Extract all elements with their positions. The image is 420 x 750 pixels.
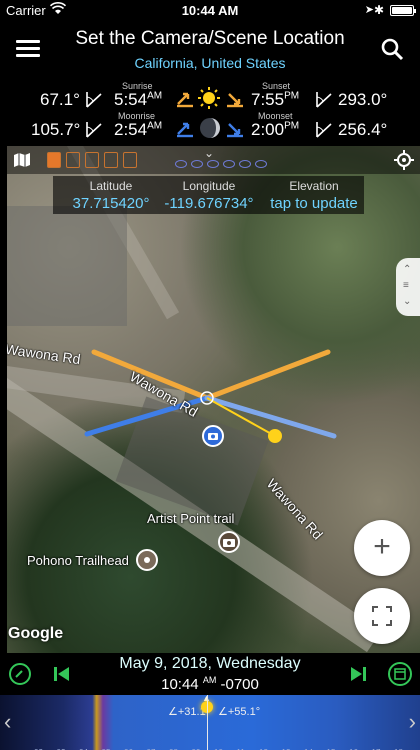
chevron-up-icon: ⌃	[403, 264, 412, 275]
chevron-left-icon[interactable]: ‹	[4, 709, 11, 735]
chevron-down-icon: ⌄	[403, 296, 412, 307]
day-timeline[interactable]: ‹ › ▲ ∠+31.1° ∠+55.1° 020304050607080910…	[0, 693, 420, 750]
time-cursor[interactable]	[207, 695, 208, 750]
moonrise-arrow-icon	[176, 120, 194, 143]
location-arrow-icon: ➤	[364, 4, 374, 16]
chevron-right-icon[interactable]: ›	[409, 709, 416, 735]
coordinates-panel[interactable]: Latitude 37.715420° Longitude -119.67673…	[53, 176, 364, 214]
layer-chips[interactable]	[47, 152, 142, 168]
latitude-value: 37.715420°	[72, 195, 150, 212]
poi-label: Artist Point trail	[147, 511, 235, 526]
bluetooth-icon: ✱	[373, 3, 384, 17]
sunset-time: 7:55PM	[251, 90, 300, 109]
moon-icon	[199, 117, 221, 144]
poi-label: Pohono Trailhead	[27, 553, 129, 568]
trailhead-marker-icon[interactable]	[136, 549, 158, 571]
azimuth-arrow-icon	[314, 119, 334, 144]
sunrise-arrow-icon	[176, 90, 194, 113]
moonset-arrow-icon	[226, 120, 244, 143]
map-icon[interactable]	[13, 152, 31, 168]
sun-position-marker	[268, 429, 282, 443]
direction-lines	[84, 349, 337, 443]
sun-row[interactable]: 67.1° Sunrise 5:54AM Sunset 7:55PM 293.0…	[0, 81, 420, 115]
longitude-label: Longitude	[182, 179, 236, 193]
sunset-azimuth: 293.0°	[338, 90, 388, 109]
elevation-label: Elevation	[289, 179, 339, 193]
camera-poi-icon[interactable]	[218, 531, 240, 553]
moon-phase-chips[interactable]	[175, 155, 271, 173]
sunrise-time: 5:54AM	[114, 90, 163, 109]
status-bar: Carrier 10:44 AM ➤ ✱	[0, 0, 420, 22]
time-panel: May 9, 2018, Wednesday 10:44 AM -0700 ‹ …	[0, 653, 420, 750]
page-title: Set the Camera/Scene Location	[75, 28, 345, 49]
layer-chip[interactable]	[47, 152, 61, 168]
layer-chip[interactable]	[66, 152, 80, 168]
sunrise-azimuth: 67.1°	[40, 90, 80, 109]
azimuth-arrow-icon	[314, 89, 334, 114]
layer-chip[interactable]	[104, 152, 118, 168]
sunset-line	[204, 349, 331, 401]
longitude-value: -119.676734°	[164, 195, 254, 212]
layer-chip[interactable]	[123, 152, 137, 168]
layer-chip[interactable]	[85, 152, 99, 168]
search-button[interactable]	[380, 37, 404, 61]
calendar-icon[interactable]	[388, 662, 412, 686]
azimuth-arrow-icon	[84, 119, 104, 144]
status-time: 10:44 AM	[181, 3, 239, 18]
sun-altitude: ∠+55.1°	[218, 706, 261, 718]
camera-marker-icon[interactable]	[202, 425, 224, 447]
sunset-arrow-icon	[226, 90, 244, 113]
moonset-azimuth: 256.4°	[338, 120, 388, 139]
moonrise-time: 2:54AM	[114, 120, 163, 139]
azimuth-arrow-icon	[84, 89, 104, 114]
fullscreen-button[interactable]	[354, 588, 410, 644]
drag-handle-icon: ≡	[403, 280, 409, 291]
google-attribution: Google	[8, 625, 64, 642]
add-button[interactable]: +	[354, 520, 410, 576]
map-side-handle[interactable]: ⌃ ≡ ⌄	[396, 258, 420, 316]
elevation-value[interactable]: tap to update	[264, 195, 364, 212]
latitude-label: Latitude	[89, 179, 133, 193]
locate-icon[interactable]	[394, 150, 414, 170]
map-view[interactable]: Wawona Rd Wawona Rd Wawona Rd Artist Poi…	[7, 146, 420, 653]
skip-forward-icon[interactable]	[346, 662, 370, 686]
sun-icon	[197, 86, 221, 115]
moonset-line	[204, 395, 337, 439]
location-subtitle[interactable]: California, United States	[0, 55, 420, 71]
map-toolbar: ⌄	[7, 146, 420, 174]
moonrise-azimuth: 105.7°	[31, 120, 81, 139]
moonset-time: 2:00PM	[251, 120, 300, 139]
battery-icon	[390, 5, 416, 16]
moon-row[interactable]: 105.7° Moonrise 2:54AM Moonset 2:00PM 25…	[0, 111, 420, 144]
chevron-down-icon[interactable]: ⌄	[204, 146, 214, 160]
